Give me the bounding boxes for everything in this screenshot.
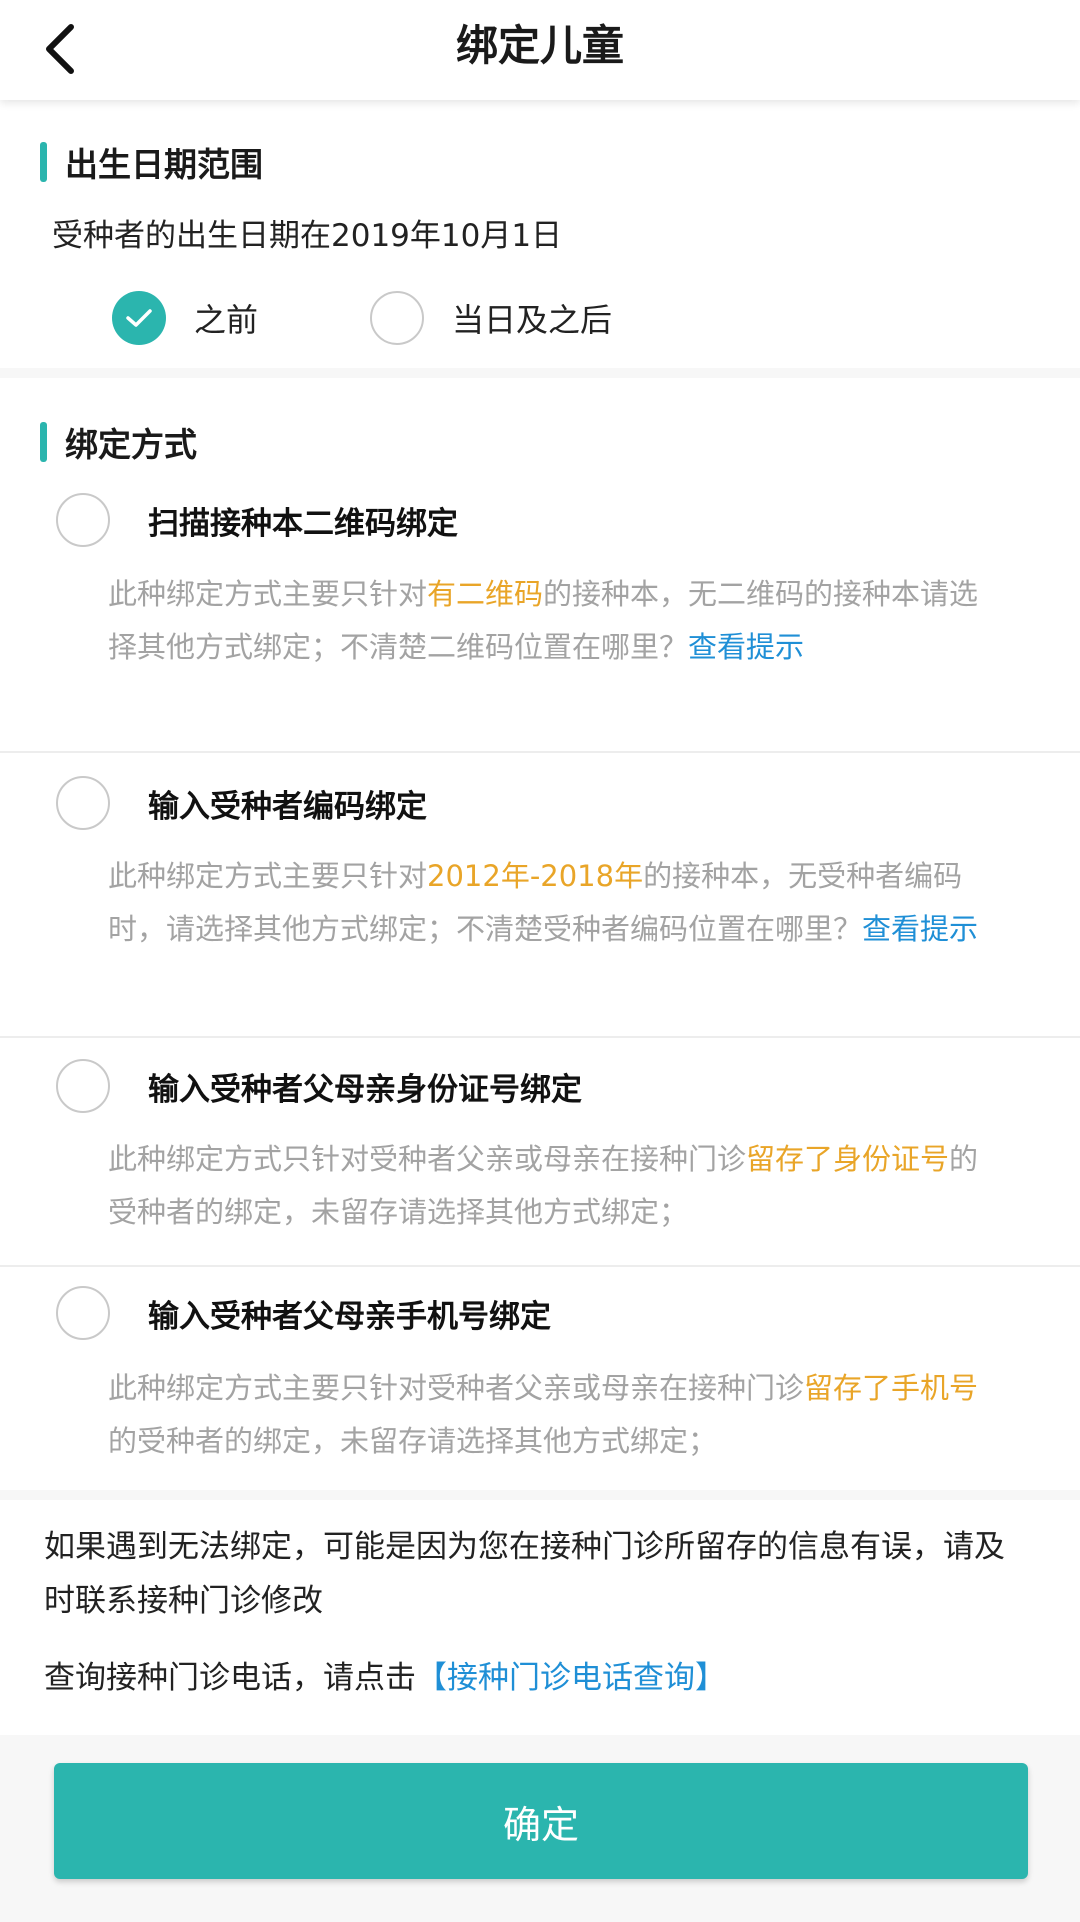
bind-method-header: 绑定方式 (40, 420, 197, 464)
bind-method-title: 绑定方式 (65, 425, 197, 464)
desc-highlight: 留存了身份证号 (746, 1142, 950, 1176)
option-after-label: 当日及之后 (452, 301, 613, 339)
method-parent-id[interactable]: 输入受种者父母亲身份证号绑定 (56, 1059, 582, 1113)
notice-text: 如果遇到无法绑定，可能是因为您在接种门诊所留存的信息有误，请及时联系接种门诊修改 (44, 1529, 1005, 1619)
method-parent-id-description: 此种绑定方式只针对受种者父亲或母亲在接种门诊留存了身份证号的受种者的绑定，未留存… (108, 1133, 988, 1239)
confirm-button[interactable]: 确定 (54, 1763, 1028, 1879)
desc-text: 此种绑定方式主要只针对 (108, 859, 428, 893)
section-accent-bar (40, 142, 47, 182)
method-recipient-code-description: 此种绑定方式主要只针对2012年-2018年的接种本，无受种者编码时，请选择其他… (108, 850, 988, 956)
birth-range-title: 出生日期范围 (65, 145, 263, 184)
birth-range-description: 受种者的出生日期在2019年10月1日 (52, 218, 563, 254)
method-parent-phone[interactable]: 输入受种者父母亲手机号绑定 (56, 1286, 551, 1340)
radio-method-parent-id[interactable] (56, 1059, 110, 1113)
method-qrcode-title: 扫描接种本二维码绑定 (148, 505, 458, 542)
view-tip-link[interactable]: 查看提示 (862, 912, 978, 946)
desc-text: 的受种者的绑定，未留存请选择其他方式绑定； (108, 1424, 718, 1458)
view-tip-link[interactable]: 查看提示 (688, 630, 804, 664)
top-bar: 绑定儿童 (0, 0, 1080, 100)
page-title: 绑定儿童 (455, 21, 624, 70)
phone-query-prefix: 查询接种门诊电话，请点击 (44, 1660, 416, 1696)
method-parent-phone-title: 输入受种者父母亲手机号绑定 (148, 1298, 551, 1335)
option-after[interactable]: 当日及之后 (370, 291, 612, 345)
radio-method-recipient-code[interactable] (56, 776, 110, 830)
option-before[interactable]: 之前 (112, 291, 258, 345)
phone-query-link[interactable]: 【接种门诊电话查询】 (416, 1660, 726, 1696)
divider (0, 751, 1080, 753)
chevron-left-icon (46, 24, 74, 74)
back-button[interactable] (30, 14, 90, 84)
option-before-label: 之前 (194, 301, 259, 339)
desc-highlight: 留存了手机号 (804, 1371, 979, 1405)
section-accent-bar (40, 422, 47, 462)
radio-method-qrcode[interactable] (56, 493, 110, 547)
phone-query-line: 查询接种门诊电话，请点击【接种门诊电话查询】 (44, 1652, 726, 1697)
radio-after[interactable] (370, 291, 424, 345)
method-qrcode-description: 此种绑定方式主要只针对有二维码的接种本，无二维码的接种本请选择其他方式绑定；不清… (108, 568, 988, 674)
method-recipient-code-title: 输入受种者编码绑定 (148, 788, 427, 825)
desc-text: 此种绑定方式只针对受种者父亲或母亲在接种门诊 (108, 1142, 747, 1176)
method-parent-id-title: 输入受种者父母亲身份证号绑定 (148, 1071, 582, 1108)
desc-highlight: 有二维码 (427, 577, 544, 611)
method-recipient-code[interactable]: 输入受种者编码绑定 (56, 776, 427, 830)
radio-before[interactable] (112, 291, 166, 345)
divider (0, 1265, 1080, 1267)
method-qrcode[interactable]: 扫描接种本二维码绑定 (56, 493, 458, 547)
method-parent-phone-description: 此种绑定方式主要只针对受种者父亲或母亲在接种门诊留存了手机号的受种者的绑定，未留… (108, 1362, 988, 1468)
radio-method-parent-phone[interactable] (56, 1286, 110, 1340)
checkmark-icon (126, 309, 152, 327)
desc-highlight: 2012年-2018年 (427, 859, 644, 893)
desc-text: 此种绑定方式主要只针对受种者父亲或母亲在接种门诊 (108, 1371, 805, 1405)
divider (0, 1036, 1080, 1038)
birth-range-header: 出生日期范围 (40, 140, 263, 184)
desc-text: 此种绑定方式主要只针对 (108, 577, 428, 611)
